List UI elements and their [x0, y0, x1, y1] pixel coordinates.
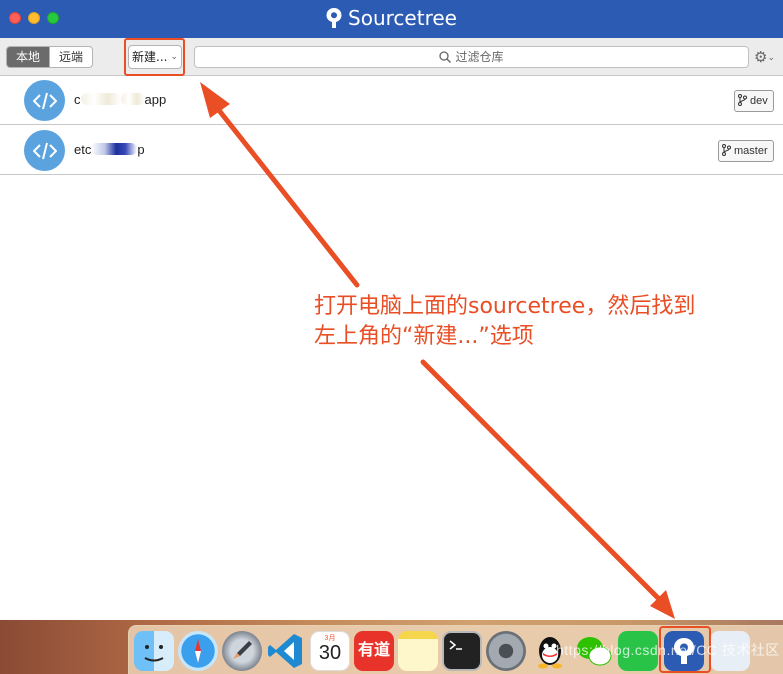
finder-icon[interactable]: [134, 631, 174, 671]
notes-icon[interactable]: [398, 631, 438, 671]
settings-menu-button[interactable]: ⚙⌄: [754, 48, 780, 66]
redacted-text: [80, 93, 121, 105]
branch-icon: [738, 94, 747, 106]
code-icon: [24, 80, 65, 121]
repo-row[interactable]: c app dev: [0, 76, 783, 125]
redacted-text: [120, 93, 145, 105]
system-preferences-icon[interactable]: [486, 631, 526, 671]
sourcetree-logo-icon: [326, 8, 342, 28]
segment-local[interactable]: 本地: [7, 47, 50, 67]
new-button-highlight-box: [124, 38, 185, 76]
safari-icon[interactable]: [178, 631, 218, 671]
branch-name: master: [734, 145, 768, 157]
branch-icon: [722, 144, 731, 156]
youdao-icon[interactable]: 有道: [354, 631, 394, 671]
arrow-to-sourcetree-dock-icon: [420, 359, 675, 619]
calendar-icon[interactable]: 3月 30: [310, 631, 350, 671]
window-title-text: Sourcetree: [348, 6, 457, 30]
branch-name: dev: [750, 95, 768, 107]
window-title: Sourcetree: [0, 6, 783, 30]
title-bar: Sourcetree: [0, 0, 783, 38]
toolbar: 本地 远端 新建... ⌄ 过滤仓库 ⚙⌄: [0, 38, 783, 76]
gear-icon: ⚙: [754, 49, 768, 66]
annotation-line-2: 左上角的“新建...”选项: [314, 324, 534, 349]
branch-badge: dev: [734, 90, 774, 112]
location-segmented-control: 本地 远端: [6, 46, 94, 68]
repo-name: etc p: [74, 142, 145, 157]
search-icon: [439, 51, 452, 63]
repo-name-suffix: app: [144, 92, 167, 107]
watermark: https://blog.csdn.net/CC 技术社区: [556, 642, 780, 658]
code-icon: [24, 130, 65, 171]
annotation-line-1: 打开电脑上面的sourcetree，然后找到: [314, 294, 696, 319]
chevron-down-icon: ⌄: [767, 52, 775, 62]
branch-badge: master: [718, 140, 774, 162]
redacted-text: [91, 143, 138, 155]
vscode-icon[interactable]: [266, 631, 306, 671]
segment-remote[interactable]: 远端: [49, 47, 92, 67]
launchpad-icon[interactable]: [222, 631, 262, 671]
annotation-text: 打开电脑上面的sourcetree，然后找到 左上角的“新建...”选项: [314, 292, 734, 352]
repo-name-suffix: p: [137, 142, 145, 157]
terminal-icon[interactable]: [442, 631, 482, 671]
calendar-day: 30: [318, 642, 342, 664]
repo-name-prefix: c: [74, 92, 81, 107]
search-input[interactable]: 过滤仓库: [194, 46, 749, 68]
repo-name: c app: [74, 92, 166, 107]
youdao-label: 有道: [357, 642, 390, 659]
repo-name-prefix: etc: [74, 142, 92, 157]
search-placeholder: 过滤仓库: [455, 50, 504, 64]
repo-row[interactable]: etc p master: [0, 126, 783, 175]
